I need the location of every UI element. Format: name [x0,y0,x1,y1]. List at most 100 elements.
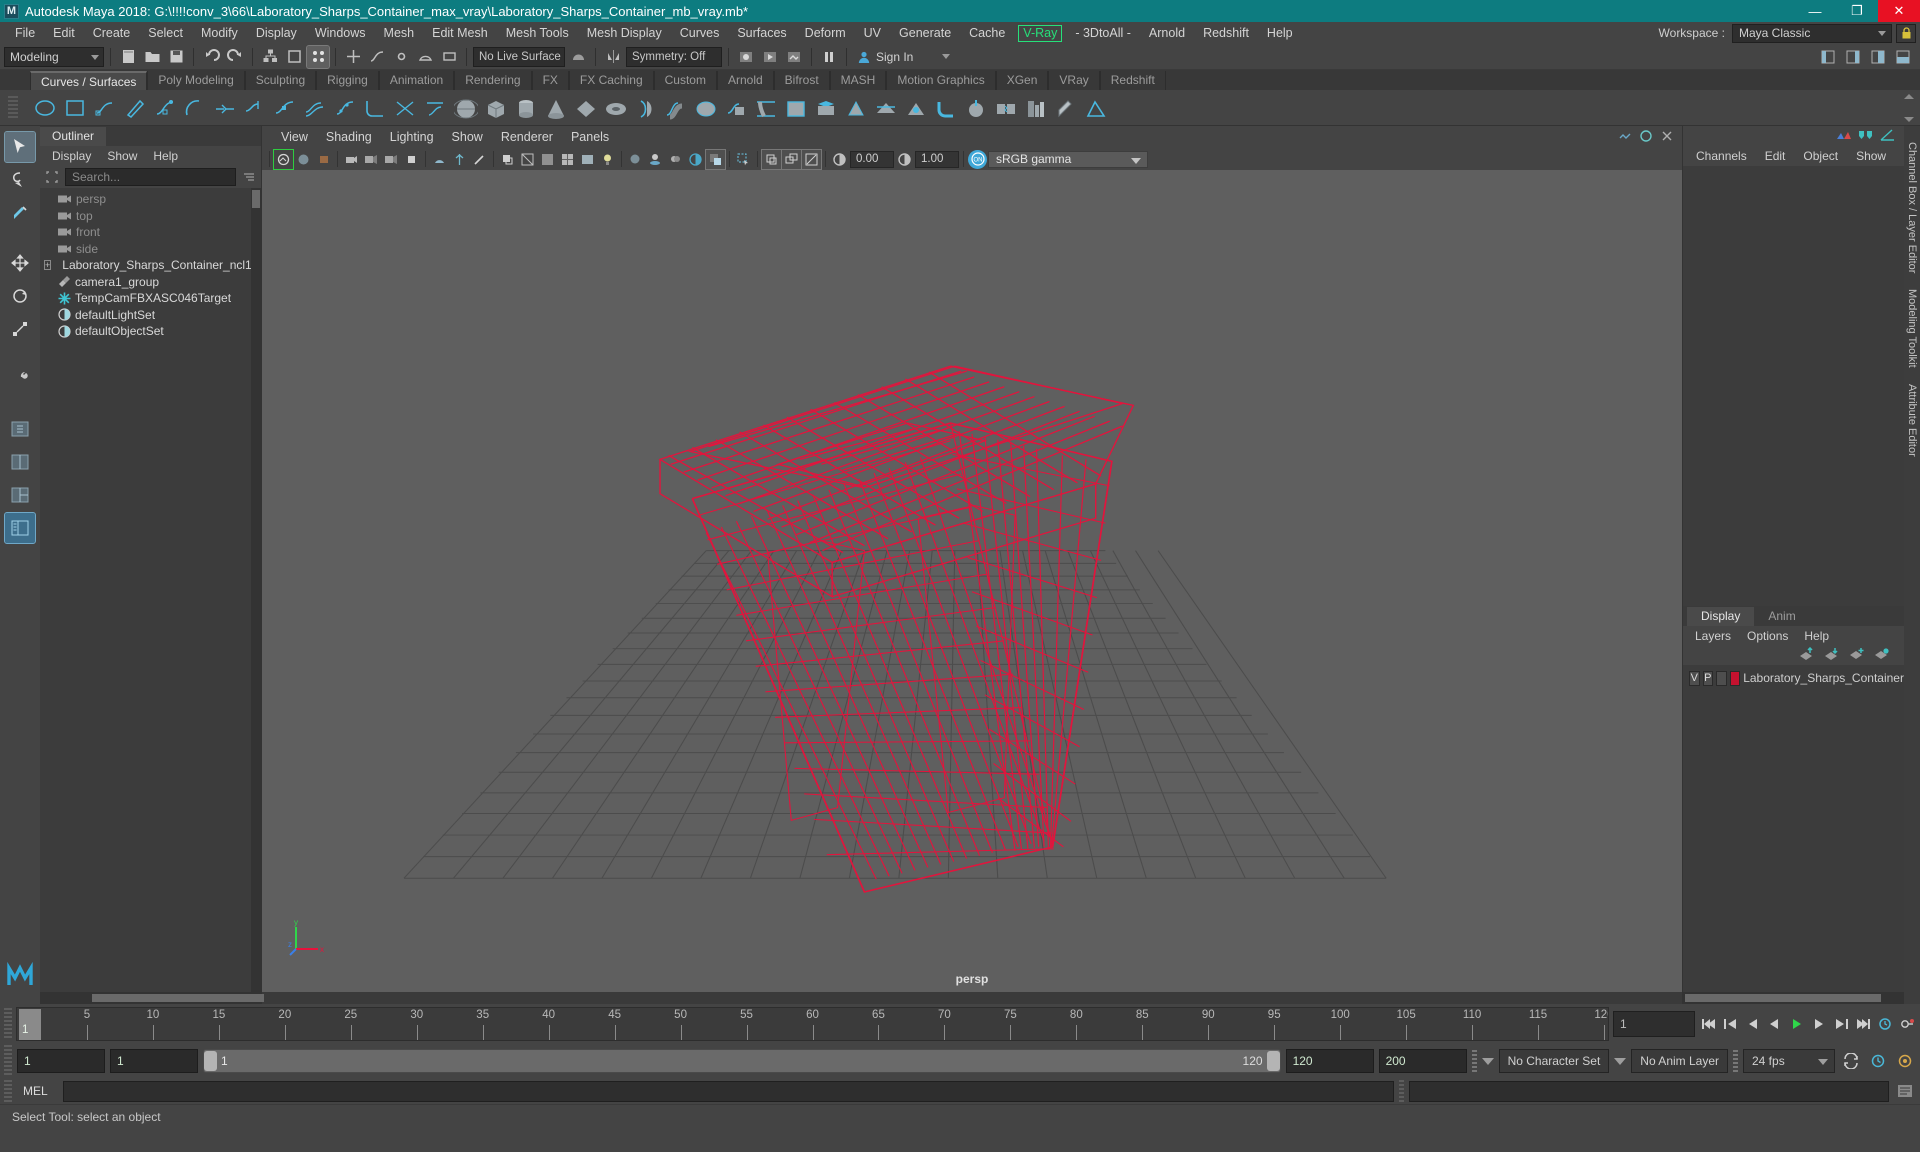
workspace-select[interactable]: Maya Classic [1732,23,1892,43]
shelf-tab-redshift[interactable]: Redshift [1099,71,1166,90]
channelbox-shapes-icon[interactable] [1858,128,1874,145]
snap-projection-button[interactable] [414,46,436,68]
symmetry-field[interactable]: Symmetry: Off [626,46,722,67]
layout-single-button[interactable] [5,414,35,444]
vtab-channel-box-layer-editor[interactable]: Channel Box / Layer Editor [1906,134,1918,281]
range-left-handle[interactable] [204,1051,217,1071]
command-splitter[interactable] [1399,1080,1404,1102]
shelf-tab-mash[interactable]: MASH [829,71,887,90]
ipr-render-button[interactable] [759,46,781,68]
last-tool-button[interactable] [5,364,35,394]
animation-preferences-button[interactable] [1867,1050,1889,1072]
wireframe-shaded-button[interactable] [518,150,537,169]
shelf-drag-handle[interactable] [8,96,18,120]
nurbs-torus-icon[interactable] [604,97,626,119]
playback-loop-button[interactable] [1840,1050,1862,1072]
surface-editor-icon[interactable] [1024,97,1046,119]
bookmark-button[interactable] [314,150,333,169]
menu-redshift[interactable]: Redshift [1194,22,1258,44]
nurbs-cylinder-icon[interactable] [514,97,536,119]
select-camera-button[interactable] [273,148,294,170]
menu-mesh-tools[interactable]: Mesh Tools [497,22,578,44]
bevel-icon[interactable] [844,97,866,119]
character-set-dropdown-arrow[interactable] [1481,1057,1494,1065]
viewport-isolate-icon[interactable] [1618,129,1632,146]
outliner-vertical-scrollbar[interactable] [251,188,261,992]
menu-arnold[interactable]: Arnold [1140,22,1194,44]
menu-generate[interactable]: Generate [890,22,960,44]
curve-fillet-icon[interactable] [364,97,386,119]
shelf-tab-fx[interactable]: FX [531,71,569,90]
shadow-toggle-button[interactable] [626,150,645,169]
viewport-menu-show[interactable]: Show [443,130,492,144]
menuset-select[interactable]: Modeling [4,46,104,67]
shelf-tab-rendering[interactable]: Rendering [454,71,532,90]
paint-selection-tool-button[interactable] [5,198,35,228]
time-slider[interactable]: 1 5 10 15 20 25 30 35 40 45 50 55 60 65 70 75 80 85 90 95 1… [16,1007,1609,1041]
menu-mesh-display[interactable]: Mesh Display [578,22,671,44]
save-scene-button[interactable] [165,46,187,68]
shelf-scroll-arrows[interactable] [1904,94,1916,122]
gate-mask-button[interactable] [430,150,449,169]
viewport-menu-shading[interactable]: Shading [317,130,381,144]
vtab-attribute-editor[interactable]: Attribute Editor [1906,376,1918,465]
layer-move-up-icon[interactable] [1799,646,1815,664]
maximize-button[interactable]: ❐ [1836,0,1878,22]
shelf-tab-custom[interactable]: Custom [653,71,717,90]
outliner-item-laboratory-sharps-container[interactable]: + Laboratory_Sharps_Container_ncl1_1 [40,257,261,274]
select-by-object-button[interactable] [283,46,305,68]
shelf-tab-curves-surfaces[interactable]: Curves / Surfaces [30,71,148,90]
twoD-pan-zoom-button[interactable] [362,150,381,169]
uv-texture-icon[interactable] [1084,97,1106,119]
shelf-tab-poly-modeling[interactable]: Poly Modeling [147,71,245,90]
snap-point-button[interactable] [390,46,412,68]
toggle-outliner-button[interactable] [1817,46,1839,68]
viewport-menu-panels[interactable]: Panels [562,130,618,144]
tab-anim-layers[interactable]: Anim [1754,607,1809,626]
character-set-field[interactable]: No Character Set [1498,1049,1610,1073]
layout-three-panes-button[interactable] [5,480,35,510]
live-surface-field[interactable]: No Live Surface [473,46,565,67]
bezier-curve-tool-icon[interactable] [154,97,176,119]
anim-layer-dropdown-arrow[interactable] [1614,1057,1627,1065]
script-editor-button[interactable] [1894,1081,1916,1102]
animation-preferences-button[interactable] [1875,1015,1894,1034]
command-language-label[interactable]: MEL [17,1084,58,1098]
project-curve-icon[interactable] [424,97,446,119]
layer-menu-layers[interactable]: Layers [1687,629,1739,643]
xray-joints-button[interactable] [761,148,782,170]
image-plane-button[interactable] [342,150,361,169]
use-lights-button[interactable] [598,150,617,169]
step-back-frame-button[interactable] [1743,1015,1762,1034]
snap-view-plane-button[interactable] [438,46,460,68]
outliner-menu-help[interactable]: Help [145,149,186,163]
scale-tool-button[interactable] [5,314,35,344]
grease-pencil-button[interactable] [382,150,401,169]
viewport-close-icon[interactable] [1660,129,1674,146]
color-management-select[interactable]: sRGB gamma [988,150,1148,168]
channelbox-content[interactable] [1683,166,1904,606]
layer-list[interactable]: V P Laboratory_Sharps_Container [1683,665,1904,992]
pencil-curve-tool-icon[interactable] [124,97,146,119]
layer-menu-options[interactable]: Options [1739,629,1796,643]
shadows-button[interactable] [498,150,517,169]
range-right-handle[interactable] [1266,1051,1280,1071]
outliner-item-camera1-group[interactable]: camera1_group [40,274,261,291]
playback-end-field[interactable]: 120 [1285,1049,1374,1073]
light-button[interactable] [470,150,489,169]
play-forwards-button[interactable] [1787,1015,1806,1034]
redo-button[interactable] [224,46,246,68]
smooth-shade-all-button[interactable] [538,150,557,169]
command-line-drag-handle[interactable] [4,1080,12,1102]
revolve-icon[interactable] [634,97,656,119]
select-by-hierarchy-button[interactable] [259,46,281,68]
boundary-surface-icon[interactable] [784,97,806,119]
new-scene-button[interactable] [117,46,139,68]
close-button[interactable]: ✕ [1878,0,1920,22]
shelf-tab-motion-graphics[interactable]: Motion Graphics [886,71,996,90]
multisample-button[interactable] [686,150,705,169]
undo-button[interactable] [200,46,222,68]
toggle-attribute-editor-button[interactable] [1842,46,1864,68]
viewport-menu-lighting[interactable]: Lighting [381,130,443,144]
menu-create[interactable]: Create [84,22,140,44]
